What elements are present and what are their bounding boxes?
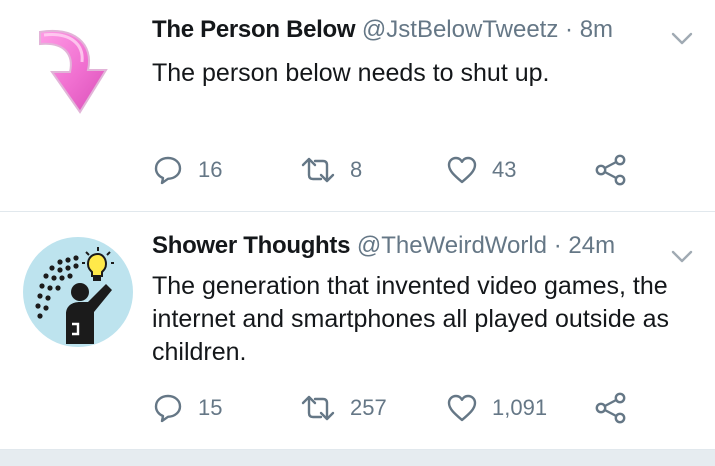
reply-count: 16	[198, 157, 223, 182]
tweet-text: The person below needs to shut up.	[152, 59, 550, 87]
tweet[interactable]: Shower Thoughts @TheWeirdWorld · 24m The…	[0, 212, 715, 450]
tweet-header: The Person Below @JstBelowTweetz · 8m	[152, 14, 655, 46]
retweet-icon	[301, 157, 335, 183]
chevron-down-icon[interactable]	[669, 246, 695, 266]
separator: ·	[565, 16, 574, 43]
share-icon	[595, 154, 626, 186]
retweet-button[interactable]: 257	[300, 388, 387, 428]
tweet-actions: 16 8 43	[152, 150, 652, 190]
display-name[interactable]: Shower Thoughts	[152, 232, 350, 259]
shower-lightbulb-icon	[23, 237, 133, 347]
share-button[interactable]	[594, 150, 628, 190]
reply-icon	[154, 394, 182, 423]
tweet[interactable]: The Person Below @JstBelowTweetz · 8m Th…	[0, 0, 715, 212]
retweet-count: 8	[350, 157, 363, 182]
reply-count: 15	[198, 395, 223, 420]
like-button[interactable]: 1,091	[446, 388, 547, 428]
like-button[interactable]: 43	[446, 150, 516, 190]
tweet-text: The generation that invented video games…	[152, 272, 669, 366]
reply-icon	[154, 156, 182, 185]
reply-button[interactable]: 15	[152, 388, 222, 428]
retweet-count: 257	[350, 395, 387, 420]
separator: ·	[553, 232, 562, 259]
avatar[interactable]	[22, 20, 134, 132]
heart-icon	[447, 394, 477, 422]
heart-icon	[447, 156, 477, 184]
retweet-button[interactable]: 8	[300, 150, 362, 190]
timestamp[interactable]: 24m	[568, 232, 615, 259]
display-name[interactable]: The Person Below	[152, 16, 356, 43]
share-button[interactable]	[594, 388, 628, 428]
reply-button[interactable]: 16	[152, 150, 222, 190]
tweet-actions: 15 257 1,091	[152, 388, 652, 428]
avatar[interactable]	[22, 236, 134, 348]
timeline: The Person Below @JstBelowTweetz · 8m Th…	[0, 0, 715, 466]
tweet-header: Shower Thoughts @TheWeirdWorld · 24m	[152, 230, 655, 262]
timeline-divider	[0, 450, 715, 466]
share-icon	[595, 392, 626, 424]
timestamp[interactable]: 8m	[580, 16, 613, 43]
pink-down-arrow-icon	[39, 29, 108, 114]
retweet-icon	[301, 395, 335, 421]
user-handle[interactable]: @TheWeirdWorld	[357, 232, 547, 259]
chevron-down-icon[interactable]	[669, 28, 695, 48]
like-count: 1,091	[492, 395, 548, 420]
user-handle[interactable]: @JstBelowTweetz	[362, 16, 558, 43]
like-count: 43	[492, 157, 517, 182]
